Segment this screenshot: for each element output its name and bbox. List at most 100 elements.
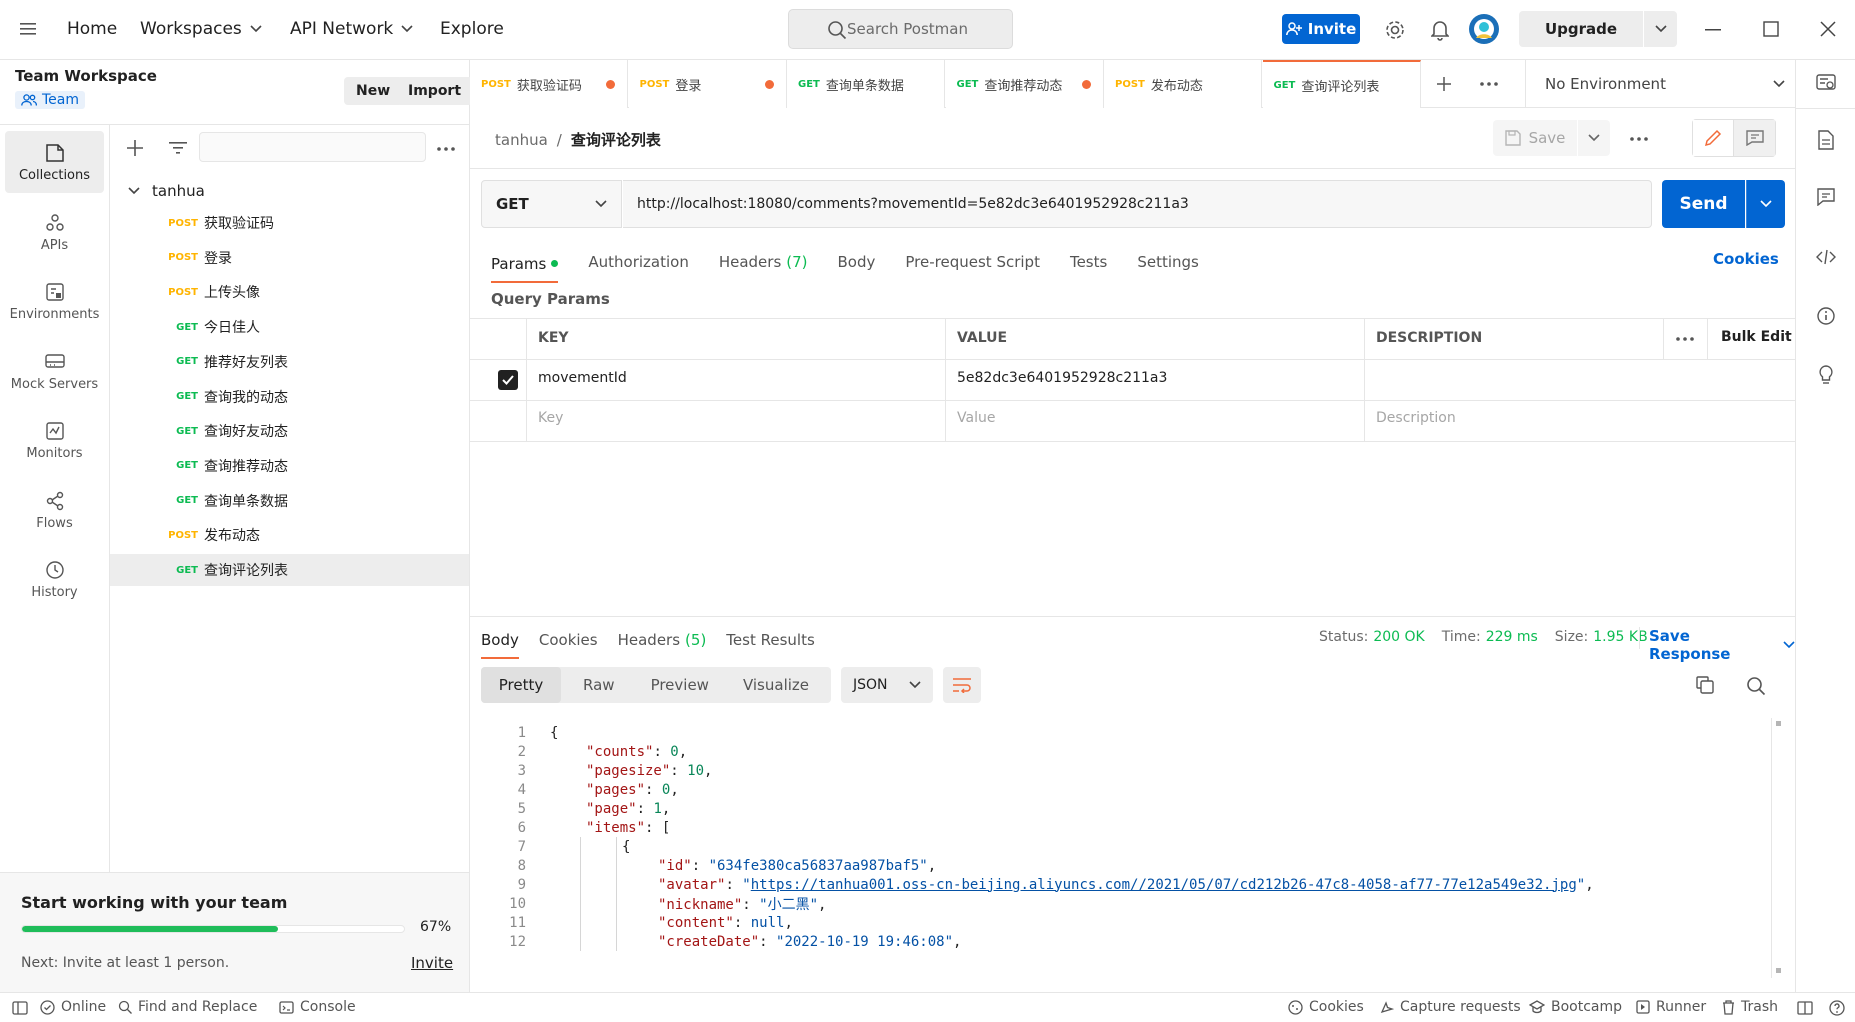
cookies-button[interactable]: Cookies <box>1288 999 1364 1015</box>
view-preview[interactable]: Preview <box>651 676 709 694</box>
two-pane-view-icon[interactable] <box>1797 1001 1813 1015</box>
tab-tests[interactable]: Tests <box>1070 253 1107 271</box>
sidebar-item-environments[interactable]: Environments <box>5 270 104 332</box>
tab-params[interactable]: Params <box>491 255 559 283</box>
param-key-cell[interactable]: movementId <box>538 370 627 386</box>
import-button[interactable]: Import <box>396 77 474 105</box>
new-button[interactable]: New <box>344 77 403 105</box>
bootcamp-button[interactable]: Bootcamp <box>1529 999 1622 1015</box>
request-tab[interactable]: GET 查询评论列表 <box>1262 60 1421 108</box>
request-options-icon[interactable] <box>1630 137 1648 141</box>
edit-mode-button[interactable] <box>1693 120 1735 156</box>
toggle-sidebar-icon[interactable] <box>12 1001 28 1015</box>
tab-options-icon[interactable] <box>1480 82 1498 86</box>
environment-quick-look-icon[interactable] <box>1816 74 1836 92</box>
settings-gear-icon[interactable] <box>1384 19 1406 41</box>
collection-request-item[interactable]: GET 推荐好友列表 <box>110 346 469 378</box>
tab-settings[interactable]: Settings <box>1137 253 1199 271</box>
collection-request-item[interactable]: GET 查询好友动态 <box>110 415 469 447</box>
close-icon[interactable] <box>1820 21 1836 37</box>
upgrade-dropdown-button[interactable] <box>1644 11 1677 47</box>
console-button[interactable]: Console <box>279 999 356 1015</box>
code-snippet-icon[interactable] <box>1816 249 1836 265</box>
team-card-invite-link[interactable]: Invite <box>411 954 453 972</box>
view-pretty[interactable]: Pretty <box>481 667 561 703</box>
tab-pre-request-script[interactable]: Pre-request Script <box>905 253 1040 271</box>
search-icon[interactable] <box>1746 676 1766 696</box>
filter-icon[interactable] <box>169 141 187 155</box>
new-key-input[interactable]: Key <box>538 410 563 426</box>
response-tab-headers[interactable]: Headers (5) <box>618 631 707 649</box>
workspaces-menu[interactable]: Workspaces <box>140 19 262 39</box>
save-response-button[interactable]: Save Response <box>1649 627 1795 663</box>
help-icon[interactable] <box>1829 1000 1845 1016</box>
response-code-editor[interactable]: 1{2 "counts": 0, 3 "pagesize": 10, 4 "pages":… <box>470 718 1785 993</box>
trash-button[interactable]: Trash <box>1722 999 1778 1015</box>
collection-request-item[interactable]: GET 查询单条数据 <box>110 485 469 517</box>
sidebar-item-apis[interactable]: APIs <box>5 201 104 263</box>
notifications-bell-icon[interactable] <box>1431 19 1449 41</box>
request-tab[interactable]: POST 发布动态 <box>1104 60 1262 108</box>
view-raw[interactable]: Raw <box>583 676 615 694</box>
time-value[interactable]: 229 ms <box>1486 629 1538 645</box>
collection-request-item[interactable]: GET 今日佳人 <box>110 311 469 343</box>
save-button[interactable]: Save <box>1493 120 1577 156</box>
home-link[interactable]: Home <box>67 19 117 39</box>
copy-icon[interactable] <box>1696 676 1714 694</box>
response-tab-body[interactable]: Body <box>481 631 519 659</box>
minimize-icon[interactable] <box>1705 29 1721 31</box>
response-tab-cookies[interactable]: Cookies <box>539 631 598 649</box>
invite-button[interactable]: Invite <box>1282 14 1360 44</box>
request-tab[interactable]: GET 查询推荐动态 <box>945 60 1104 108</box>
response-tab-test-results[interactable]: Test Results <box>726 631 814 649</box>
find-replace-button[interactable]: Find and Replace <box>118 999 257 1015</box>
runner-button[interactable]: Runner <box>1636 999 1706 1015</box>
info-icon[interactable] <box>1817 307 1835 325</box>
collection-request-item[interactable]: GET 查询我的动态 <box>110 381 469 413</box>
collection-request-item[interactable]: POST 发布动态 <box>110 519 469 551</box>
param-value-cell[interactable]: 5e82dc3e6401952928c211a3 <box>957 370 1167 386</box>
new-tab-icon[interactable] <box>1436 76 1452 92</box>
request-tab[interactable]: GET 查询单条数据 <box>787 60 945 108</box>
lightbulb-icon[interactable] <box>1818 365 1834 385</box>
tab-authorization[interactable]: Authorization <box>588 253 688 271</box>
collection-tanhua[interactable]: tanhua <box>110 176 469 206</box>
param-enabled-checkbox[interactable] <box>498 370 518 390</box>
cookies-link[interactable]: Cookies <box>1713 250 1779 268</box>
online-status[interactable]: Online <box>40 999 106 1015</box>
param-description-cell[interactable] <box>1376 370 1776 390</box>
tab-body[interactable]: Body <box>838 253 876 271</box>
method-select[interactable]: GET <box>481 180 622 228</box>
collection-search-input[interactable] <box>199 132 426 162</box>
maximize-icon[interactable] <box>1763 21 1779 37</box>
wrap-lines-button[interactable] <box>943 667 981 703</box>
bulk-edit-button[interactable]: Bulk Edit <box>1721 329 1792 345</box>
collection-request-item[interactable]: POST 获取验证码 <box>110 207 469 239</box>
sidebar-item-mock-servers[interactable]: Mock Servers <box>5 340 104 402</box>
team-badge[interactable]: Team <box>15 91 86 109</box>
sidebar-item-history[interactable]: History <box>5 548 104 610</box>
send-button[interactable]: Send <box>1662 180 1745 228</box>
sidebar-item-monitors[interactable]: Monitors <box>5 409 104 471</box>
documentation-icon[interactable] <box>1818 130 1834 150</box>
send-dropdown-button[interactable] <box>1746 180 1785 228</box>
view-visualize[interactable]: Visualize <box>743 676 809 694</box>
comment-mode-button[interactable] <box>1734 120 1775 156</box>
collection-request-item[interactable]: GET 查询推荐动态 <box>110 450 469 482</box>
capture-requests-button[interactable]: Capture requests <box>1379 999 1521 1015</box>
table-options-icon[interactable] <box>1676 337 1694 341</box>
format-select[interactable]: JSON <box>841 667 933 703</box>
explore-link[interactable]: Explore <box>440 19 504 39</box>
code-token-link[interactable]: https://tanhua001.oss-cn-beijing.aliyunc… <box>751 877 1577 893</box>
more-options-icon[interactable] <box>437 147 455 151</box>
editor-scrollbar[interactable] <box>1771 718 1781 978</box>
request-tab[interactable]: POST 获取验证码 <box>470 60 628 108</box>
avatar[interactable] <box>1469 14 1499 44</box>
new-value-input[interactable]: Value <box>957 410 995 426</box>
collection-request-item[interactable]: POST 登录 <box>110 242 469 274</box>
upgrade-button[interactable]: Upgrade <box>1519 11 1643 47</box>
breadcrumb-collection[interactable]: tanhua <box>495 131 548 149</box>
status-value[interactable]: 200 OK <box>1373 629 1424 645</box>
request-tab[interactable]: POST 登录 <box>628 60 787 108</box>
comments-icon[interactable] <box>1817 188 1835 206</box>
